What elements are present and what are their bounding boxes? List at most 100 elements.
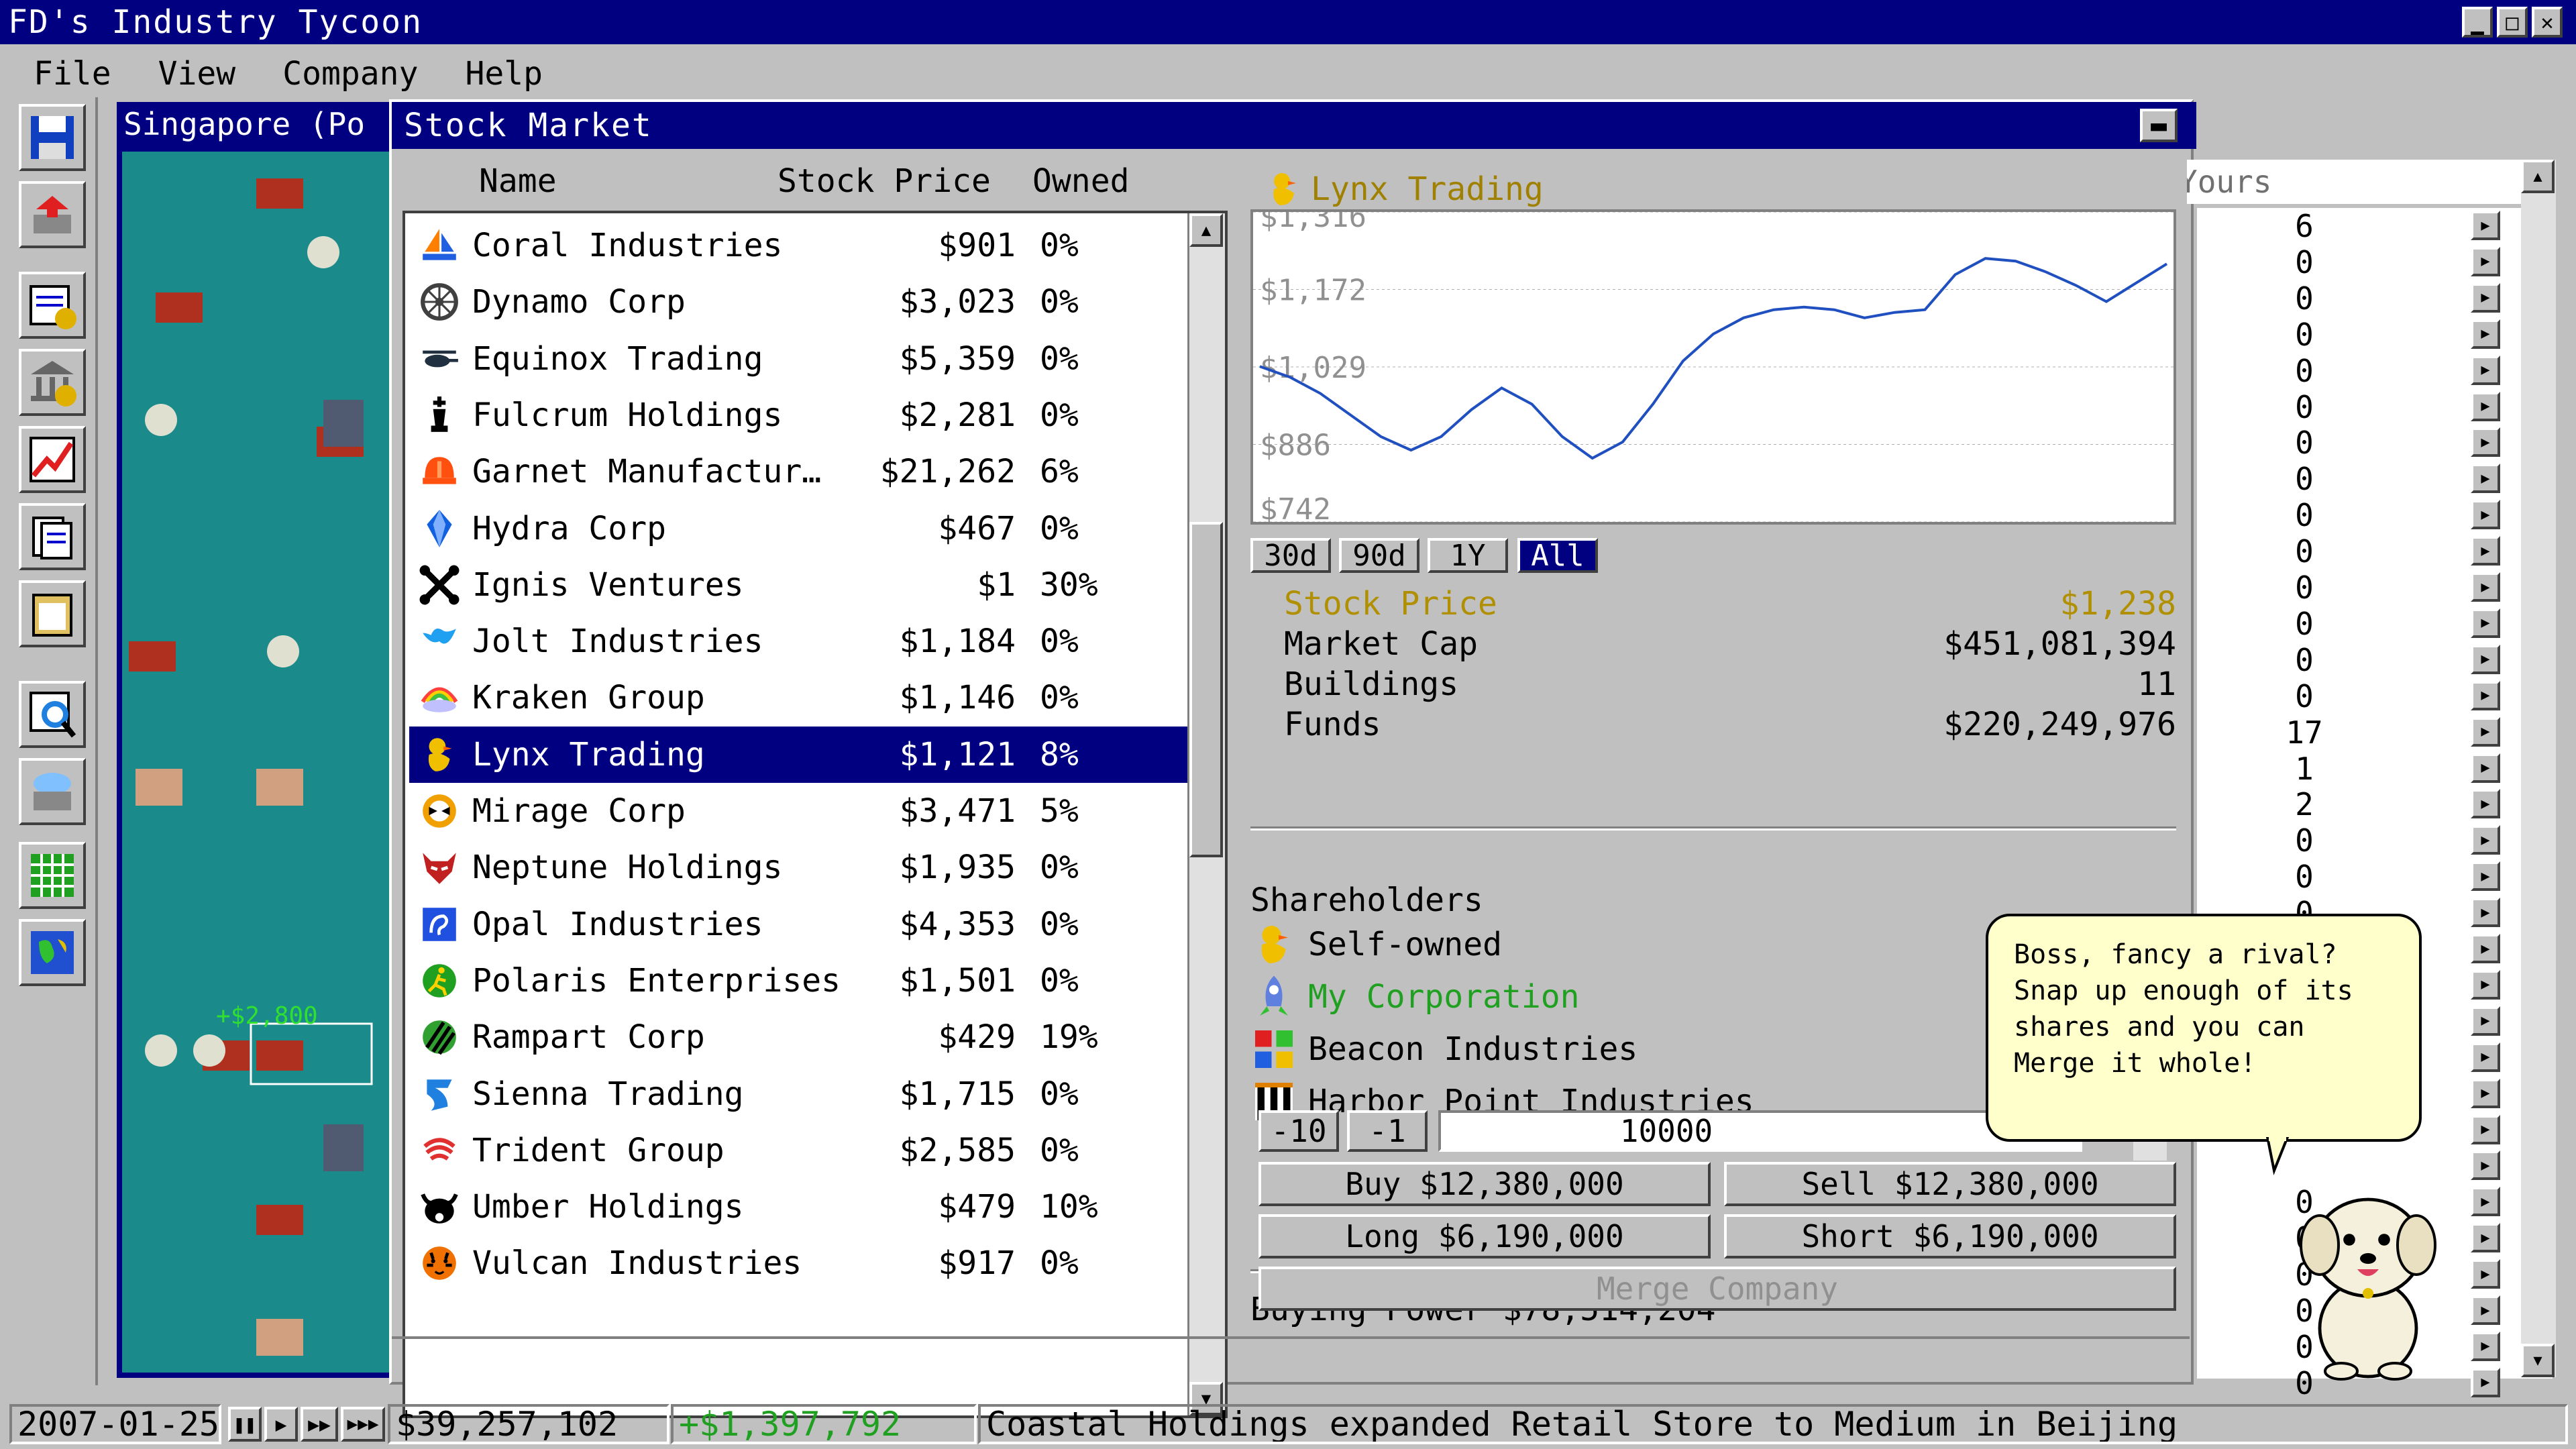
row-arrow-button[interactable]: ▶ — [2471, 608, 2500, 638]
row-arrow-button[interactable]: ▶ — [2471, 716, 2500, 747]
company-row[interactable]: Jolt Industries $1,184 0% — [409, 613, 1208, 669]
row-arrow-button[interactable]: ▶ — [2471, 1259, 2500, 1289]
company-row[interactable]: Vulcan Industries $917 0% — [409, 1235, 1208, 1291]
row-arrow-button[interactable]: ▶ — [2471, 1114, 2500, 1144]
row-arrow-button[interactable]: ▶ — [2471, 825, 2500, 855]
right-scroll-down[interactable]: ▼ — [2521, 1344, 2555, 1377]
company-row[interactable]: Equinox Trading $5,359 0% — [409, 331, 1208, 387]
row-arrow-button[interactable]: ▶ — [2471, 644, 2500, 674]
company-row[interactable]: Fulcrum Holdings $2,281 0% — [409, 387, 1208, 443]
stock-window-minimize-button[interactable]: ▬ — [2140, 109, 2178, 142]
row-arrow-button[interactable]: ▶ — [2471, 969, 2500, 1000]
pause-button[interactable]: ❚❚ — [228, 1407, 262, 1442]
row-arrow-button[interactable]: ▶ — [2471, 572, 2500, 602]
row-arrow-button[interactable]: ▶ — [2471, 1078, 2500, 1108]
menu-help[interactable]: Help — [465, 55, 543, 93]
search-tool[interactable] — [19, 681, 86, 748]
scroll-up-button[interactable]: ▲ — [1189, 213, 1223, 247]
maximize-button[interactable]: □ — [2497, 7, 2528, 38]
company-row[interactable]: Garnet Manufactur… $21,262 6% — [409, 443, 1208, 500]
row-arrow-button[interactable]: ▶ — [2471, 246, 2500, 276]
company-row[interactable]: Umber Holdings $479 10% — [409, 1179, 1208, 1235]
column-owned[interactable]: Owned — [1032, 162, 1130, 200]
range-tab-30d[interactable]: 30d — [1250, 538, 1331, 573]
row-arrow-button[interactable]: ▶ — [2471, 1042, 2500, 1072]
row-arrow-button[interactable]: ▶ — [2471, 753, 2500, 783]
row-arrow-button[interactable]: ▶ — [2471, 1331, 2500, 1361]
company-logo — [416, 674, 463, 721]
range-tab-1y[interactable]: 1Y — [1428, 538, 1508, 573]
row-arrow-button[interactable]: ▶ — [2471, 464, 2500, 494]
merge-company-button[interactable]: Merge Company — [1258, 1267, 2176, 1311]
row-arrow-button[interactable]: ▶ — [2471, 355, 2500, 385]
range-tab-all[interactable]: All — [1517, 538, 1598, 573]
load-tool[interactable] — [19, 181, 86, 248]
sell-button[interactable]: Sell $12,380,000 — [1724, 1162, 2176, 1206]
company-row[interactable]: Lynx Trading $1,121 8% — [409, 726, 1208, 783]
company-row[interactable]: Ignis Ventures $1 30% — [409, 557, 1208, 613]
long-button[interactable]: Long $6,190,000 — [1258, 1214, 1711, 1258]
fast-forward-button[interactable]: ▶▶ — [301, 1407, 338, 1442]
bank-tool[interactable] — [19, 349, 86, 416]
row-arrow-button[interactable]: ▶ — [2471, 680, 2500, 710]
row-arrow-button[interactable]: ▶ — [2471, 861, 2500, 892]
company-row[interactable]: Dynamo Corp $3,023 0% — [409, 274, 1208, 330]
school-tool[interactable] — [19, 758, 86, 825]
save-tool[interactable] — [19, 104, 86, 171]
spreadsheet-tool[interactable] — [19, 842, 86, 909]
qty-minus-1-button[interactable]: -1 — [1347, 1110, 1428, 1152]
clipboard-tool[interactable] — [19, 580, 86, 647]
row-arrow-button[interactable]: ▶ — [2471, 1187, 2500, 1217]
row-arrow-button[interactable]: ▶ — [2471, 391, 2500, 421]
column-price[interactable]: Stock Price — [777, 162, 991, 200]
row-arrow-button[interactable]: ▶ — [2471, 319, 2500, 349]
range-tab-90d[interactable]: 90d — [1339, 538, 1419, 573]
reports-tool[interactable] — [19, 503, 86, 570]
row-arrow-button[interactable]: ▶ — [2471, 1006, 2500, 1036]
owned-count: 0 — [2295, 280, 2314, 317]
row-arrow-button[interactable]: ▶ — [2471, 898, 2500, 928]
company-row[interactable]: Rampart Corp $429 19% — [409, 1009, 1208, 1065]
short-button[interactable]: Short $6,190,000 — [1724, 1214, 2176, 1258]
company-row[interactable]: Mirage Corp $3,471 5% — [409, 783, 1208, 839]
world-map-tool[interactable] — [19, 919, 86, 986]
row-arrow-button[interactable]: ▶ — [2471, 500, 2500, 530]
company-row[interactable]: Kraken Group $1,146 0% — [409, 669, 1208, 726]
row-arrow-button[interactable]: ▶ — [2471, 1367, 2500, 1397]
city-map[interactable]: +$2,800 — [122, 152, 394, 1373]
row-arrow-button[interactable]: ▶ — [2471, 536, 2500, 566]
scroll-thumb[interactable] — [1189, 522, 1223, 857]
company-row[interactable]: Coral Industries $901 0% — [409, 217, 1208, 274]
company-row[interactable]: Polaris Enterprises $1,501 0% — [409, 953, 1208, 1009]
finance-tool[interactable] — [19, 272, 86, 339]
company-row[interactable]: Opal Industries $4,353 0% — [409, 896, 1208, 953]
row-arrow-button[interactable]: ▶ — [2471, 1223, 2500, 1253]
column-name[interactable]: Name — [479, 162, 557, 200]
company-row[interactable]: Neptune Holdings $1,935 0% — [409, 839, 1208, 896]
row-arrow-button[interactable]: ▶ — [2471, 789, 2500, 819]
list-scrollbar[interactable]: ▲ ▼ — [1187, 213, 1225, 1415]
company-row[interactable]: Trident Group $2,585 0% — [409, 1122, 1208, 1179]
stock-market-tool[interactable] — [19, 426, 86, 493]
row-arrow-button[interactable]: ▶ — [2471, 282, 2500, 313]
menu-company[interactable]: Company — [282, 55, 418, 93]
row-arrow-button[interactable]: ▶ — [2471, 427, 2500, 458]
minimize-button[interactable]: ▁ — [2462, 7, 2493, 38]
fastest-button[interactable]: ▶▶▶ — [341, 1407, 385, 1442]
company-price: $3,023 — [899, 283, 1016, 321]
row-arrow-button[interactable]: ▶ — [2471, 211, 2500, 240]
company-row[interactable]: Hydra Corp $467 0% — [409, 500, 1208, 557]
row-arrow-button[interactable]: ▶ — [2471, 1295, 2500, 1325]
row-arrow-button[interactable]: ▶ — [2471, 934, 2500, 963]
close-window-button[interactable]: ✕ — [2532, 7, 2563, 38]
menu-view[interactable]: View — [158, 55, 236, 93]
play-button[interactable]: ▶ — [264, 1407, 298, 1442]
buy-button[interactable]: Buy $12,380,000 — [1258, 1162, 1711, 1206]
right-panel-scrollbar[interactable]: ▲ ▼ — [2521, 160, 2556, 1377]
right-scroll-up[interactable]: ▲ — [2521, 160, 2555, 193]
menu-file[interactable]: File — [34, 55, 111, 93]
qty-minus-10-button[interactable]: -10 — [1258, 1110, 1339, 1152]
row-arrow-button[interactable]: ▶ — [2471, 1150, 2500, 1181]
company-row[interactable]: Sienna Trading $1,715 0% — [409, 1066, 1208, 1122]
company-logo — [416, 731, 463, 778]
